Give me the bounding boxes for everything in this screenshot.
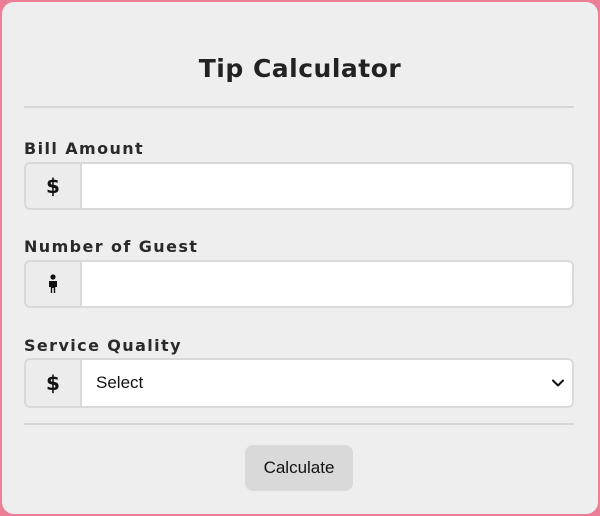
person-icon	[24, 260, 80, 308]
calculate-button[interactable]: Calculate	[245, 445, 353, 491]
bill-amount-group: $	[24, 162, 574, 210]
bill-amount-input[interactable]	[80, 162, 574, 210]
number-of-guest-group	[24, 260, 574, 308]
dollar-icon: $	[24, 162, 80, 210]
tip-calculator-card: Tip Calculator Bill Amount $ Number of G…	[2, 2, 598, 514]
divider-bottom	[24, 423, 574, 425]
divider-top	[24, 106, 574, 108]
number-of-guest-label: Number of Guest	[24, 237, 199, 256]
service-quality-group: $ Select	[24, 358, 574, 408]
service-quality-label: Service Quality	[24, 336, 182, 355]
service-quality-select[interactable]: Select	[80, 358, 574, 408]
service-quality-selected-value: Select	[96, 373, 144, 392]
chevron-down-icon	[552, 379, 564, 387]
number-of-guest-input[interactable]	[80, 260, 574, 308]
page-title: Tip Calculator	[198, 54, 402, 83]
bill-amount-label: Bill Amount	[24, 139, 145, 158]
dollar-icon: $	[24, 358, 80, 408]
